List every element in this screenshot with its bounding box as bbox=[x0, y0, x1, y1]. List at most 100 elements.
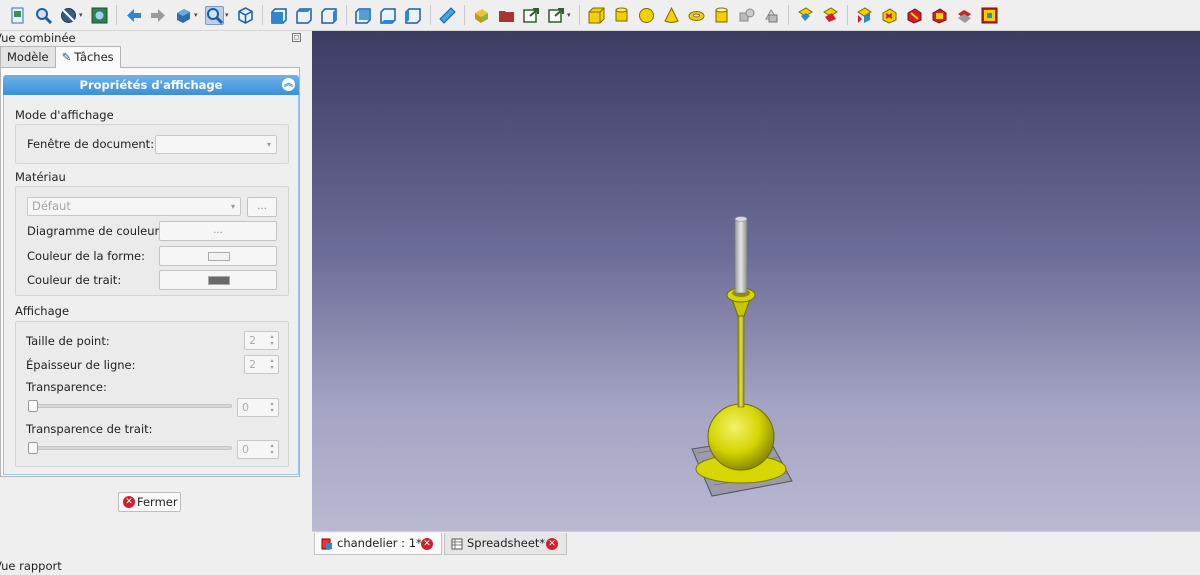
combo-tabbar: Modèle ✎ Tâches bbox=[0, 46, 121, 68]
3d-viewport[interactable] bbox=[312, 31, 1200, 531]
material-group-title: Matériau bbox=[15, 170, 66, 184]
top-view-icon[interactable] bbox=[295, 6, 314, 25]
primitives-icon[interactable] bbox=[737, 6, 756, 25]
close-button-label: Fermer bbox=[137, 495, 178, 509]
line-width-value: 2 bbox=[249, 358, 256, 371]
ruled-surface-icon[interactable] bbox=[955, 6, 974, 25]
toolbar-separator bbox=[847, 5, 848, 25]
spin-arrows-icon[interactable]: ▴ ▾ bbox=[268, 400, 276, 415]
part-icon[interactable] bbox=[472, 6, 491, 25]
tab-model[interactable]: Modèle bbox=[0, 46, 56, 68]
material-button[interactable]: ... bbox=[247, 197, 277, 217]
line-transparency-value: 0 bbox=[242, 443, 249, 456]
material-value: Défaut bbox=[32, 199, 71, 213]
close-tab-icon[interactable]: ✕ bbox=[421, 538, 433, 550]
tab-chandelier[interactable]: chandelier : 1* ✕ bbox=[314, 533, 442, 555]
chevron-down-icon[interactable]: ▾ bbox=[225, 11, 231, 19]
chamfer-icon[interactable] bbox=[905, 6, 924, 25]
shape-builder-icon[interactable] bbox=[762, 6, 781, 25]
tab-spreadsheet[interactable]: Spreadsheet* ✕ bbox=[444, 533, 567, 555]
color-plot-button[interactable]: ... bbox=[159, 221, 277, 241]
line-transparency-spinbox[interactable]: 0 ▴ ▾ bbox=[237, 440, 279, 459]
collapse-icon[interactable]: ︽ bbox=[282, 78, 295, 91]
spin-arrows-icon[interactable]: ▴ ▾ bbox=[268, 333, 276, 348]
link-make-icon[interactable] bbox=[547, 6, 566, 25]
undock-icon[interactable]: ◻ bbox=[292, 33, 301, 42]
model-canvas bbox=[691, 216, 793, 497]
front-view-icon[interactable] bbox=[270, 6, 289, 25]
toolbar-separator bbox=[430, 5, 431, 25]
line-transparency-label: Transparence de trait: bbox=[26, 422, 153, 436]
loft-icon[interactable] bbox=[980, 6, 999, 25]
point-size-value: 2 bbox=[249, 334, 256, 347]
rear-view-icon[interactable] bbox=[354, 6, 373, 25]
shape-color-button[interactable] bbox=[159, 246, 277, 266]
toolbar-separator bbox=[346, 5, 347, 25]
fillet-icon[interactable] bbox=[880, 6, 899, 25]
task-panel-title: Propriétés d'affichage bbox=[79, 78, 223, 92]
extrude-icon[interactable] bbox=[796, 6, 815, 25]
display-mode-group-title: Mode d'affichage bbox=[15, 108, 114, 122]
tab-tasks[interactable]: ✎ Tâches bbox=[54, 46, 121, 68]
chevron-down-icon[interactable]: ▾ bbox=[567, 11, 573, 19]
slider-handle[interactable] bbox=[28, 400, 38, 412]
mirror-icon[interactable] bbox=[855, 6, 874, 25]
new-document-icon[interactable] bbox=[9, 6, 28, 25]
toolbar-separator bbox=[579, 5, 580, 25]
workbench-icon[interactable] bbox=[174, 6, 193, 25]
line-width-label: Épaisseur de ligne: bbox=[26, 358, 136, 372]
make-face-icon[interactable] bbox=[930, 6, 949, 25]
close-tab-icon[interactable]: ✕ bbox=[546, 538, 558, 550]
chevron-down-icon[interactable]: ▾ bbox=[194, 11, 200, 19]
tab-chandelier-label: chandelier : 1* bbox=[337, 536, 422, 550]
isometric-view-icon[interactable] bbox=[236, 6, 255, 25]
report-view-title: Vue rapport bbox=[0, 559, 62, 573]
right-view-icon[interactable] bbox=[320, 6, 339, 25]
forward-icon[interactable] bbox=[149, 6, 168, 25]
draw-style-icon[interactable] bbox=[59, 6, 78, 25]
zoom-icon[interactable] bbox=[34, 6, 53, 25]
spin-arrows-icon[interactable]: ▴ ▾ bbox=[268, 357, 276, 372]
document-window-combo[interactable]: ▾ bbox=[155, 135, 277, 154]
revolve-icon[interactable] bbox=[821, 6, 840, 25]
display-mode-group: Fenêtre de document: ▾ bbox=[15, 124, 289, 164]
box-icon[interactable] bbox=[587, 6, 606, 25]
cone-icon[interactable] bbox=[662, 6, 681, 25]
toolbar-separator bbox=[116, 5, 117, 25]
std-views-icon[interactable] bbox=[90, 6, 109, 25]
chevron-down-icon[interactable]: ▾ bbox=[79, 11, 85, 19]
line-width-spinbox[interactable]: 2 ▴ ▾ bbox=[244, 355, 279, 374]
sphere-icon[interactable] bbox=[637, 6, 656, 25]
spreadsheet-icon bbox=[451, 538, 463, 550]
torus-icon[interactable] bbox=[687, 6, 706, 25]
slider-handle[interactable] bbox=[28, 442, 38, 454]
measure-icon[interactable] bbox=[438, 6, 457, 25]
point-size-spinbox[interactable]: 2 ▴ ▾ bbox=[244, 331, 279, 350]
tube-icon[interactable] bbox=[712, 6, 731, 25]
document-window-label: Fenêtre de document: bbox=[27, 137, 155, 151]
panel-splitter[interactable] bbox=[305, 31, 312, 555]
zoom-fit-icon[interactable] bbox=[205, 5, 224, 25]
point-size-label: Taille de point: bbox=[26, 334, 110, 348]
cylinder-icon[interactable] bbox=[612, 6, 631, 25]
toolbar-separator bbox=[262, 5, 263, 25]
toolbar-separator bbox=[788, 5, 789, 25]
spin-arrows-icon[interactable]: ▴ ▾ bbox=[268, 442, 276, 457]
bottom-view-icon[interactable] bbox=[379, 6, 398, 25]
transparency-spinbox[interactable]: 0 ▴ ▾ bbox=[237, 398, 279, 417]
shape-color-label: Couleur de la forme: bbox=[27, 249, 145, 263]
line-color-button[interactable] bbox=[159, 270, 277, 290]
color-plot-label: Diagramme de couleur: bbox=[27, 224, 163, 238]
main-toolbar: ▾ ▾ ▾ ▾ bbox=[0, 0, 1200, 31]
line-color-swatch bbox=[208, 276, 230, 285]
shape-color-swatch bbox=[208, 252, 230, 261]
close-button[interactable]: ✕ Fermer bbox=[118, 492, 181, 512]
back-icon[interactable] bbox=[124, 6, 143, 25]
tab-spreadsheet-label: Spreadsheet* bbox=[467, 536, 546, 550]
material-combo[interactable]: Défaut ▾ bbox=[27, 197, 241, 216]
group-icon[interactable] bbox=[497, 6, 516, 25]
transparency-slider[interactable] bbox=[28, 400, 232, 412]
line-transparency-slider[interactable] bbox=[28, 442, 232, 454]
left-view-icon[interactable] bbox=[404, 6, 423, 25]
link-icon[interactable] bbox=[522, 6, 541, 25]
